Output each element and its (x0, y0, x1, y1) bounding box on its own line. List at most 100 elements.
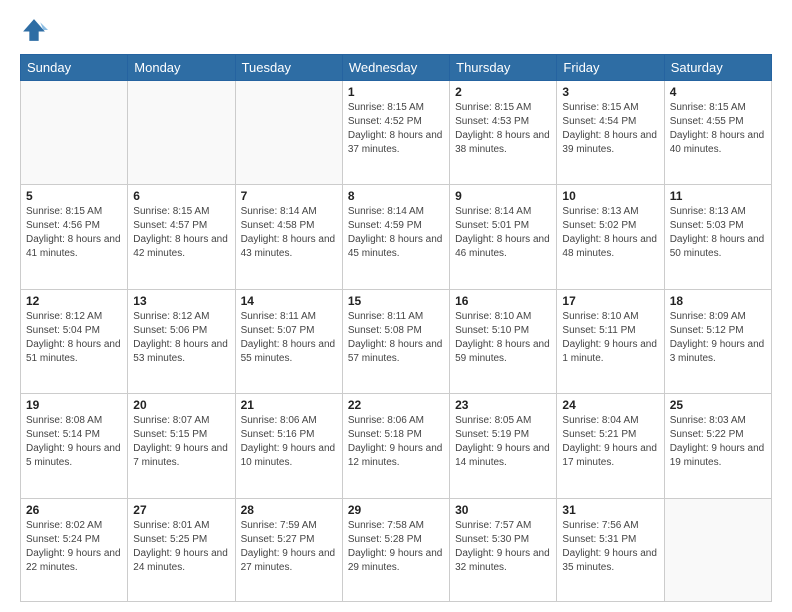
day-number: 4 (670, 85, 766, 99)
calendar-cell: 2 Sunrise: 8:15 AM Sunset: 4:53 PM Daylig… (450, 81, 557, 185)
day-number: 22 (348, 398, 444, 412)
day-number: 11 (670, 189, 766, 203)
day-info: Sunrise: 8:15 AM Sunset: 4:52 PM Dayligh… (348, 101, 444, 157)
calendar-cell: 18Sunrise: 8:09 AM Sunset: 5:12 PM Dayli… (664, 289, 771, 393)
weekday-header-thursday: Thursday (450, 55, 557, 81)
calendar-cell: 8 Sunrise: 8:14 AM Sunset: 4:59 PM Daylig… (342, 185, 449, 289)
calendar-cell: 9Sunrise: 8:14 AM Sunset: 5:01 PM Daylig… (450, 185, 557, 289)
calendar-cell: 1Sunrise: 8:15 AM Sunset: 4:52 PM Daylig… (342, 81, 449, 185)
day-info: Sunrise: 8:14 AM Sunset: 5:01 PM Dayligh… (455, 205, 551, 261)
day-number: 21 (241, 398, 337, 412)
calendar-cell: 4 Sunrise: 8:15 AM Sunset: 4:55 PM Daylig… (664, 81, 771, 185)
day-info: Sunrise: 8:12 AM Sunset: 5:04 PM Dayligh… (26, 310, 122, 366)
calendar-cell: 27 Sunrise: 8:01 AM Sunset: 5:25 PM Dayli… (128, 498, 235, 601)
day-info: Sunrise: 8:15 AM Sunset: 4:53 PM Dayligh… (455, 101, 551, 157)
calendar-cell: 28Sunrise: 7:59 AM Sunset: 5:27 PM Dayli… (235, 498, 342, 601)
day-info: Sunrise: 8:03 AM Sunset: 5:22 PM Dayligh… (670, 414, 766, 470)
calendar-cell (235, 81, 342, 185)
day-info: Sunrise: 8:08 AM Sunset: 5:14 PM Dayligh… (26, 414, 122, 470)
day-number: 5 (26, 189, 122, 203)
calendar-week-2: 5Sunrise: 8:15 AM Sunset: 4:56 PM Daylig… (21, 185, 772, 289)
calendar-cell: 29 Sunrise: 7:58 AM Sunset: 5:28 PM Dayli… (342, 498, 449, 601)
day-info: Sunrise: 8:11 AM Sunset: 5:07 PM Dayligh… (241, 310, 337, 366)
day-number: 8 (348, 189, 444, 203)
day-info: Sunrise: 8:04 AM Sunset: 5:21 PM Dayligh… (562, 414, 658, 470)
calendar-cell: 24 Sunrise: 8:04 AM Sunset: 5:21 PM Dayli… (557, 394, 664, 498)
calendar-week-4: 19 Sunrise: 8:08 AM Sunset: 5:14 PM Dayli… (21, 394, 772, 498)
calendar-cell: 16Sunrise: 8:10 AM Sunset: 5:10 PM Dayli… (450, 289, 557, 393)
day-info: Sunrise: 8:05 AM Sunset: 5:19 PM Dayligh… (455, 414, 551, 470)
calendar-cell: 31 Sunrise: 7:56 AM Sunset: 5:31 PM Dayli… (557, 498, 664, 601)
calendar-cell: 10 Sunrise: 8:13 AM Sunset: 5:02 PM Dayli… (557, 185, 664, 289)
calendar-cell: 5Sunrise: 8:15 AM Sunset: 4:56 PM Daylig… (21, 185, 128, 289)
calendar-cell: 12 Sunrise: 8:12 AM Sunset: 5:04 PM Dayli… (21, 289, 128, 393)
weekday-header-wednesday: Wednesday (342, 55, 449, 81)
weekday-header-sunday: Sunday (21, 55, 128, 81)
day-number: 29 (348, 503, 444, 517)
day-number: 23 (455, 398, 551, 412)
day-info: Sunrise: 8:11 AM Sunset: 5:08 PM Dayligh… (348, 310, 444, 366)
day-number: 18 (670, 294, 766, 308)
calendar-cell (21, 81, 128, 185)
day-number: 12 (26, 294, 122, 308)
day-info: Sunrise: 7:59 AM Sunset: 5:27 PM Dayligh… (241, 519, 337, 575)
day-info: Sunrise: 8:06 AM Sunset: 5:16 PM Dayligh… (241, 414, 337, 470)
weekday-header-saturday: Saturday (664, 55, 771, 81)
header (20, 16, 772, 44)
day-number: 20 (133, 398, 229, 412)
day-info: Sunrise: 8:06 AM Sunset: 5:18 PM Dayligh… (348, 414, 444, 470)
calendar-week-1: 1Sunrise: 8:15 AM Sunset: 4:52 PM Daylig… (21, 81, 772, 185)
calendar-cell: 20Sunrise: 8:07 AM Sunset: 5:15 PM Dayli… (128, 394, 235, 498)
calendar-cell: 6 Sunrise: 8:15 AM Sunset: 4:57 PM Daylig… (128, 185, 235, 289)
day-info: Sunrise: 7:57 AM Sunset: 5:30 PM Dayligh… (455, 519, 551, 575)
day-info: Sunrise: 8:12 AM Sunset: 5:06 PM Dayligh… (133, 310, 229, 366)
day-info: Sunrise: 8:02 AM Sunset: 5:24 PM Dayligh… (26, 519, 122, 575)
calendar-cell: 14 Sunrise: 8:11 AM Sunset: 5:07 PM Dayli… (235, 289, 342, 393)
day-number: 10 (562, 189, 658, 203)
day-info: Sunrise: 8:15 AM Sunset: 4:57 PM Dayligh… (133, 205, 229, 261)
weekday-header-tuesday: Tuesday (235, 55, 342, 81)
day-info: Sunrise: 7:58 AM Sunset: 5:28 PM Dayligh… (348, 519, 444, 575)
day-number: 30 (455, 503, 551, 517)
day-number: 19 (26, 398, 122, 412)
day-info: Sunrise: 8:15 AM Sunset: 4:55 PM Dayligh… (670, 101, 766, 157)
calendar-cell: 30 Sunrise: 7:57 AM Sunset: 5:30 PM Dayli… (450, 498, 557, 601)
day-number: 31 (562, 503, 658, 517)
calendar-cell: 23 Sunrise: 8:05 AM Sunset: 5:19 PM Dayli… (450, 394, 557, 498)
weekday-header-monday: Monday (128, 55, 235, 81)
calendar-cell: 22 Sunrise: 8:06 AM Sunset: 5:18 PM Dayli… (342, 394, 449, 498)
day-info: Sunrise: 8:14 AM Sunset: 4:59 PM Dayligh… (348, 205, 444, 261)
calendar-cell: 19 Sunrise: 8:08 AM Sunset: 5:14 PM Dayli… (21, 394, 128, 498)
day-number: 17 (562, 294, 658, 308)
calendar-cell: 21 Sunrise: 8:06 AM Sunset: 5:16 PM Dayli… (235, 394, 342, 498)
day-number: 15 (348, 294, 444, 308)
day-number: 26 (26, 503, 122, 517)
logo-icon (20, 16, 48, 44)
day-number: 6 (133, 189, 229, 203)
calendar-cell: 25 Sunrise: 8:03 AM Sunset: 5:22 PM Dayli… (664, 394, 771, 498)
day-number: 13 (133, 294, 229, 308)
calendar-cell: 3 Sunrise: 8:15 AM Sunset: 4:54 PM Daylig… (557, 81, 664, 185)
day-number: 3 (562, 85, 658, 99)
day-number: 14 (241, 294, 337, 308)
day-number: 24 (562, 398, 658, 412)
day-info: Sunrise: 8:10 AM Sunset: 5:10 PM Dayligh… (455, 310, 551, 366)
day-info: Sunrise: 8:15 AM Sunset: 4:54 PM Dayligh… (562, 101, 658, 157)
day-number: 2 (455, 85, 551, 99)
day-number: 7 (241, 189, 337, 203)
day-info: Sunrise: 8:01 AM Sunset: 5:25 PM Dayligh… (133, 519, 229, 575)
day-info: Sunrise: 8:14 AM Sunset: 4:58 PM Dayligh… (241, 205, 337, 261)
calendar-week-5: 26 Sunrise: 8:02 AM Sunset: 5:24 PM Dayli… (21, 498, 772, 601)
weekday-header-row: SundayMondayTuesdayWednesdayThursdayFrid… (21, 55, 772, 81)
day-info: Sunrise: 8:13 AM Sunset: 5:02 PM Dayligh… (562, 205, 658, 261)
calendar-cell: 15 Sunrise: 8:11 AM Sunset: 5:08 PM Dayli… (342, 289, 449, 393)
calendar-cell (128, 81, 235, 185)
day-info: Sunrise: 7:56 AM Sunset: 5:31 PM Dayligh… (562, 519, 658, 575)
day-info: Sunrise: 8:13 AM Sunset: 5:03 PM Dayligh… (670, 205, 766, 261)
day-number: 25 (670, 398, 766, 412)
calendar-cell (664, 498, 771, 601)
day-number: 27 (133, 503, 229, 517)
calendar-cell: 17Sunrise: 8:10 AM Sunset: 5:11 PM Dayli… (557, 289, 664, 393)
logo (20, 16, 52, 44)
calendar-week-3: 12 Sunrise: 8:12 AM Sunset: 5:04 PM Dayli… (21, 289, 772, 393)
